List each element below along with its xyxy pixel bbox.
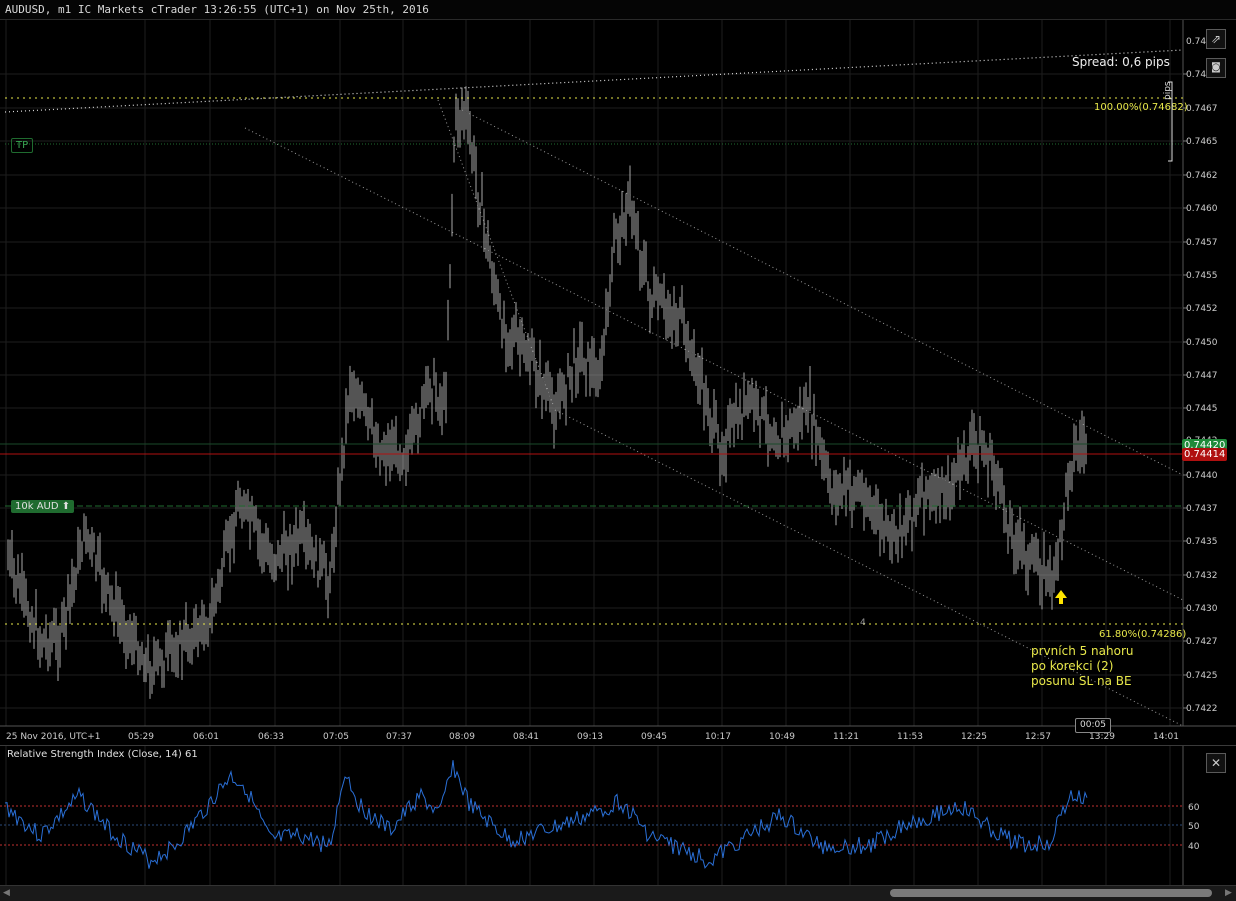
time-tick-label: 09:13: [577, 732, 603, 742]
price-tick-label: 0.7425: [1186, 671, 1218, 681]
price-tick-label: 0.7460: [1186, 204, 1218, 214]
rsi-title: Relative Strength Index (Close, 14) 61: [7, 749, 198, 760]
spread-label: Spread: 0,6 pips: [1072, 55, 1170, 69]
annotation-text: posunu SL na BE: [1031, 674, 1132, 688]
rsi-pane[interactable]: Relative Strength Index (Close, 14) 61 6…: [0, 745, 1236, 886]
price-tick-label: 0.7462: [1186, 171, 1218, 181]
close-icon[interactable]: ✕: [1206, 753, 1226, 773]
candle-timer-text: 00:05: [1080, 720, 1106, 730]
price-tick-label: 0.7440: [1186, 471, 1218, 481]
price-tick-label: 0.7447: [1186, 371, 1218, 381]
pips-label: pips: [1163, 81, 1173, 100]
time-tick-label: 09:45: [641, 732, 667, 742]
price-tick-label: 0.7455: [1186, 271, 1218, 281]
fib-618-label: 61.80%(0.74286): [1099, 629, 1186, 640]
camera-icon[interactable]: ◙: [1206, 58, 1226, 78]
candle-timer: 00:05: [1075, 718, 1111, 733]
channel-top-line: [461, 109, 1184, 476]
time-tick-label: 13:29: [1089, 732, 1115, 742]
time-tick-label: 07:05: [323, 732, 349, 742]
tp-label-text: TP: [16, 140, 29, 151]
time-tick-label: 06:33: [258, 732, 284, 742]
price-tick-label: 0.7467: [1186, 104, 1218, 114]
price-tick-label: 0.7457: [1186, 238, 1218, 248]
price-tick-label: 0.7437: [1186, 504, 1218, 514]
scroll-left-icon[interactable]: ◀: [3, 888, 10, 898]
time-tick-label: 05:29: [128, 732, 154, 742]
price-tick-label: 0.7422: [1186, 704, 1218, 714]
time-tick-label: 14:01: [1153, 732, 1179, 742]
time-tick-label: 25 Nov 2016, UTC+1: [6, 732, 100, 742]
time-tick-label: 08:09: [449, 732, 475, 742]
price-chart-canvas[interactable]: 0.7470.74700.74670.74650.74620.74600.745…: [0, 20, 1236, 744]
annotation-text: po korekci (2): [1031, 659, 1113, 673]
time-tick-label: 07:37: [386, 732, 412, 742]
annotation-text: prvních 5 nahoru: [1031, 644, 1134, 658]
position-label[interactable]: 10k AUD ⬆: [11, 500, 75, 513]
time-tick-label: 12:57: [1025, 732, 1051, 742]
price-tick-label: 0.7445: [1186, 404, 1218, 414]
up-arrow-icon: [1055, 590, 1067, 604]
time-tick-label: 10:49: [769, 732, 795, 742]
time-tick-label: 12:25: [961, 732, 987, 742]
price-tick-label: 0.7450: [1186, 338, 1218, 348]
fib-point-label: 4: [860, 618, 866, 628]
scroll-right-icon[interactable]: ▶: [1225, 888, 1232, 898]
rsi-level-label: 50: [1188, 822, 1200, 832]
position-label-text: 10k AUD ⬆: [15, 501, 71, 512]
time-tick-label: 10:17: [705, 732, 731, 742]
price-tick-label: 0.7427: [1186, 637, 1218, 647]
tp-label[interactable]: TP: [11, 138, 34, 153]
window-title: AUDUSD, m1 IC Markets cTrader 13:26:55 (…: [5, 3, 429, 16]
price-tick-label: 0.7465: [1186, 137, 1218, 147]
time-tick-label: 06:01: [193, 732, 219, 742]
price-tick-label: 0.7452: [1186, 304, 1218, 314]
bid-price-tag: 0.74414: [1182, 448, 1228, 461]
price-tick-label: 0.7432: [1186, 571, 1218, 581]
rsi-level-label: 60: [1188, 803, 1200, 813]
price-tick-label: 0.7435: [1186, 537, 1218, 547]
price-tick-label: 0.7430: [1186, 604, 1218, 614]
time-tick-label: 08:41: [513, 732, 539, 742]
main-chart[interactable]: 0.747 0.7470 0.7467 0.7465 0.7462 0.7460 0.745…: [0, 20, 1236, 744]
time-tick-label: 11:21: [833, 732, 859, 742]
title-bar: AUDUSD, m1 IC Markets cTrader 13:26:55 (…: [0, 0, 1236, 20]
detach-icon[interactable]: ⇗: [1206, 29, 1226, 49]
rsi-line: [4, 760, 1088, 869]
scroll-thumb[interactable]: [890, 889, 1212, 897]
horizontal-scrollbar[interactable]: ◀ ▶: [0, 885, 1236, 901]
bid-price-text: 0.74414: [1184, 449, 1226, 460]
rsi-canvas[interactable]: 60 50 40: [0, 746, 1236, 886]
rsi-level-label: 40: [1188, 842, 1200, 852]
time-tick-label: 11:53: [897, 732, 923, 742]
channel-connector-line: [437, 99, 556, 411]
fib-100-label: 100.00%(0.74682): [1094, 102, 1188, 113]
